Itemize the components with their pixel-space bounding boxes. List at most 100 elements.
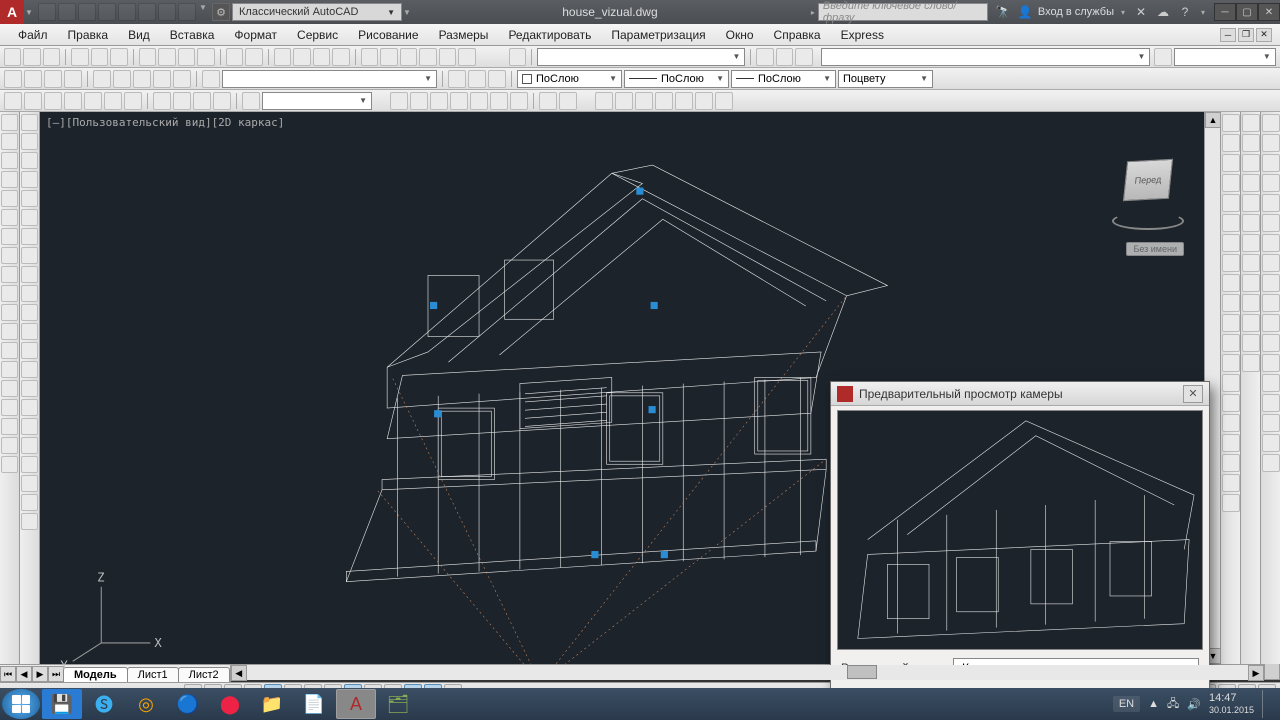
tab-prev-button[interactable]: ◀ bbox=[16, 666, 32, 682]
tb-region-icon[interactable] bbox=[1, 399, 18, 416]
tb-rrr18-icon[interactable] bbox=[1262, 454, 1280, 472]
tb-save-icon[interactable] bbox=[43, 48, 60, 66]
lineweight-combo[interactable]: ПоСлою bbox=[731, 70, 836, 88]
tb-vs4-icon[interactable] bbox=[450, 92, 468, 110]
tb-vs2-icon[interactable] bbox=[410, 92, 428, 110]
tb-mod5-icon[interactable] bbox=[21, 190, 38, 207]
horizontal-scrollbar[interactable]: ◀ ▶ bbox=[231, 664, 1264, 680]
tb-vs7-icon[interactable] bbox=[510, 92, 528, 110]
tb-r10-icon[interactable] bbox=[1222, 294, 1240, 312]
viewcube[interactable]: Перед bbox=[1118, 152, 1178, 212]
doc-restore-button[interactable]: ❐ bbox=[1238, 28, 1254, 42]
tb-layerwalk-icon[interactable] bbox=[448, 70, 466, 88]
tb-rr8-icon[interactable] bbox=[1242, 254, 1260, 272]
layer-combo[interactable] bbox=[222, 70, 437, 88]
tb-render2-icon[interactable] bbox=[559, 92, 577, 110]
tb-r18-icon[interactable] bbox=[1222, 454, 1240, 472]
tb-hatch-icon[interactable] bbox=[1, 361, 18, 378]
tb-nwiso-icon[interactable] bbox=[213, 92, 231, 110]
tb-zoom-icon[interactable] bbox=[293, 48, 310, 66]
tb-layerdel-icon[interactable] bbox=[488, 70, 506, 88]
tb-rect-icon[interactable] bbox=[1, 190, 18, 207]
signin-label[interactable]: Вход в службы bbox=[1038, 6, 1114, 18]
text-style-combo[interactable] bbox=[1174, 48, 1276, 66]
tb-vs1-icon[interactable] bbox=[390, 92, 408, 110]
start-button[interactable] bbox=[2, 689, 40, 719]
tb-layermerge-icon[interactable] bbox=[468, 70, 486, 88]
tb-mod12-icon[interactable] bbox=[21, 323, 38, 340]
workspace-selector[interactable]: Классический AutoCAD bbox=[232, 3, 402, 21]
tb-ellipsearc-icon[interactable] bbox=[1, 304, 18, 321]
tb-mtext-icon[interactable] bbox=[1, 437, 18, 454]
tb-layerlock-icon[interactable] bbox=[113, 70, 131, 88]
qat-save-icon[interactable] bbox=[78, 3, 96, 21]
taskbar-pdf-icon[interactable]: 📄 bbox=[294, 689, 334, 719]
tb-rrr6-icon[interactable] bbox=[1262, 214, 1280, 232]
signin-user-icon[interactable]: 👤 bbox=[1016, 3, 1034, 21]
tb-rrr8-icon[interactable] bbox=[1262, 254, 1280, 272]
tb-layerunlock-icon[interactable] bbox=[133, 70, 151, 88]
tb-ellipse-icon[interactable] bbox=[1, 285, 18, 302]
app-logo[interactable]: A bbox=[0, 0, 24, 24]
search-binoculars-icon[interactable]: 🔭 bbox=[994, 3, 1012, 21]
doc-close-button[interactable]: ✕ bbox=[1256, 28, 1272, 42]
tb-mod8-icon[interactable] bbox=[21, 247, 38, 264]
tb-point-icon[interactable] bbox=[1, 342, 18, 359]
menu-parametric[interactable]: Параметризация bbox=[601, 26, 715, 44]
tb-cut-icon[interactable] bbox=[139, 48, 156, 66]
tray-flag-icon[interactable]: ▲ bbox=[1148, 698, 1159, 710]
qat-overflow[interactable]: ▼ bbox=[198, 3, 208, 21]
tb-rrr7-icon[interactable] bbox=[1262, 234, 1280, 252]
doc-caret[interactable]: ▸ bbox=[808, 8, 818, 17]
menu-dimension[interactable]: Размеры bbox=[429, 26, 499, 44]
minimize-button[interactable]: ─ bbox=[1214, 3, 1236, 21]
taskbar-explorer-icon[interactable]: 💾 bbox=[42, 689, 82, 719]
taskbar-avast-icon[interactable]: ◎ bbox=[126, 689, 166, 719]
tb-mod17-icon[interactable] bbox=[21, 418, 38, 435]
tb-rrr17-icon[interactable] bbox=[1262, 434, 1280, 452]
tb-r9-icon[interactable] bbox=[1222, 274, 1240, 292]
tb-rr12-icon[interactable] bbox=[1242, 334, 1260, 352]
plotstyle-combo[interactable]: Поцвету bbox=[838, 70, 933, 88]
tb-r6-icon[interactable] bbox=[1222, 214, 1240, 232]
tb-revcloud-icon[interactable] bbox=[1, 247, 18, 264]
taskbar-autocad-icon[interactable]: A bbox=[336, 689, 376, 719]
tb-layerprops-icon[interactable] bbox=[4, 70, 22, 88]
tb-ucs4-icon[interactable] bbox=[655, 92, 673, 110]
tb-r12-icon[interactable] bbox=[1222, 334, 1240, 352]
qat-plot-icon[interactable] bbox=[178, 3, 196, 21]
taskbar-chrome-icon[interactable]: 🔵 bbox=[168, 689, 208, 719]
exchange-icon[interactable]: ✕ bbox=[1132, 3, 1150, 21]
tb-mod1-icon[interactable] bbox=[21, 114, 38, 131]
tb-layermatch-icon[interactable] bbox=[153, 70, 171, 88]
tb-line-icon[interactable] bbox=[1, 114, 18, 131]
tb-rrr1-icon[interactable] bbox=[1262, 114, 1280, 132]
menu-edit[interactable]: Правка bbox=[58, 26, 119, 44]
dialog-title-bar[interactable]: Предварительный просмотр камеры ✕ bbox=[831, 382, 1209, 406]
dialog-close-button[interactable]: ✕ bbox=[1183, 385, 1203, 403]
tb-vs3-icon[interactable] bbox=[430, 92, 448, 110]
infocenter-search[interactable]: Введите ключевое слово/фразу bbox=[818, 3, 988, 21]
tb-designcenter-icon[interactable] bbox=[380, 48, 397, 66]
tb-layeroff-icon[interactable] bbox=[64, 70, 82, 88]
tb-r17-icon[interactable] bbox=[1222, 434, 1240, 452]
menu-window[interactable]: Окно bbox=[716, 26, 764, 44]
linetype-combo[interactable]: ПоСлою bbox=[624, 70, 729, 88]
tb-block-icon[interactable] bbox=[1, 323, 18, 340]
tb-annodel-icon[interactable] bbox=[795, 48, 812, 66]
workspace-gear-icon[interactable]: ⚙ bbox=[212, 3, 230, 21]
scroll-right-button[interactable]: ▶ bbox=[1248, 665, 1264, 681]
tb-mod3-icon[interactable] bbox=[21, 152, 38, 169]
view-combo[interactable] bbox=[262, 92, 372, 110]
tb-ucs7-icon[interactable] bbox=[715, 92, 733, 110]
tb-redo-icon[interactable] bbox=[245, 48, 262, 66]
tb-render1-icon[interactable] bbox=[539, 92, 557, 110]
tb-layerfreeze-icon[interactable] bbox=[93, 70, 111, 88]
tb-mod16-icon[interactable] bbox=[21, 399, 38, 416]
tb-rrr16-icon[interactable] bbox=[1262, 414, 1280, 432]
tb-gradient-icon[interactable] bbox=[1, 380, 18, 397]
menu-draw[interactable]: Рисование bbox=[348, 26, 428, 44]
tb-rr4-icon[interactable] bbox=[1242, 174, 1260, 192]
tb-rrr9-icon[interactable] bbox=[1262, 274, 1280, 292]
tb-rr11-icon[interactable] bbox=[1242, 314, 1260, 332]
